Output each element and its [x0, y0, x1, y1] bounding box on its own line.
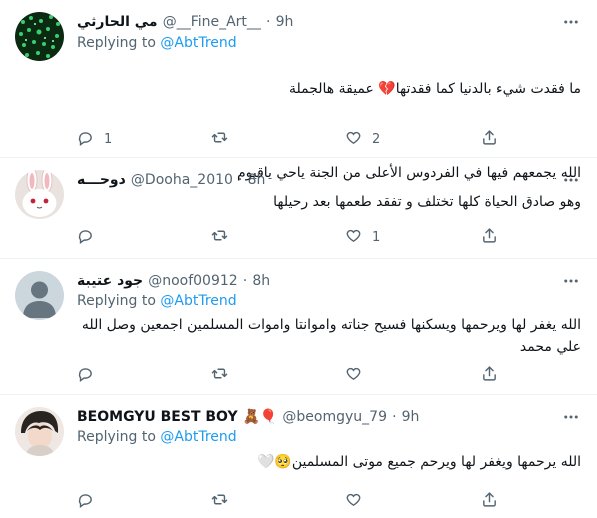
like-button[interactable]: 2 — [345, 130, 380, 148]
reply-icon — [77, 491, 94, 512]
avatar[interactable] — [15, 407, 64, 456]
tweet-4[interactable]: BEOMGYU BEST BOY 🧸🎈 @beomgyu_79 · 9h Rep… — [0, 395, 597, 518]
reply-icon — [77, 227, 94, 248]
retweet-icon — [211, 227, 228, 248]
reply-icon — [77, 129, 94, 150]
tweet-3[interactable]: جود عتيبة @noof00912 · 8h Replying to @A… — [0, 259, 597, 395]
separator-dot: · — [392, 409, 397, 425]
more-horizontal-icon[interactable] — [561, 407, 581, 427]
retweet-icon — [211, 129, 228, 150]
timestamp[interactable]: 9h — [276, 14, 294, 30]
timestamp[interactable]: 9h — [402, 409, 420, 425]
share-icon — [481, 227, 498, 248]
handle[interactable]: @__Fine_Art__ — [163, 14, 261, 30]
reply-icon — [77, 365, 94, 386]
share-button[interactable] — [481, 227, 498, 248]
like-button[interactable] — [345, 492, 372, 510]
separator-dot: · — [266, 14, 271, 30]
replying-prefix: Replying to — [77, 429, 161, 445]
share-button[interactable] — [481, 365, 498, 386]
avatar[interactable] — [15, 170, 64, 219]
heart-icon — [345, 491, 362, 512]
replying-to: Replying to @AbtTrend — [77, 34, 237, 52]
retweet-button[interactable] — [211, 228, 238, 246]
retweet-button[interactable] — [211, 130, 238, 148]
handle[interactable]: @Dooha_2010 — [131, 172, 233, 188]
like-count: 1 — [372, 229, 381, 245]
replying-to-link[interactable]: @AbtTrend — [160, 429, 236, 445]
reply-button[interactable]: 1 — [77, 130, 112, 148]
display-name[interactable]: BEOMGYU BEST BOY 🧸🎈 — [77, 409, 277, 425]
more-horizontal-icon[interactable] — [561, 271, 581, 291]
retweet-button[interactable] — [211, 366, 238, 384]
tweet-1[interactable]: مي الحارثي @__Fine_Art__ · 9h Replying t… — [0, 0, 597, 181]
retweet-icon — [211, 491, 228, 512]
tweet-text: الله يغفر لها ويرحمها ويسكنها فسيح جناته… — [81, 317, 581, 355]
tweet-2[interactable]: دوحـــه @Dooha_2010 · 8h وهو صادق الحياة… — [0, 158, 597, 259]
like-count: 2 — [372, 131, 381, 147]
tweet-text: وهو صادق الحياة كلها تختلف و تفقد طعمها … — [273, 194, 581, 210]
share-icon — [481, 129, 498, 150]
reply-button[interactable] — [77, 492, 104, 510]
like-button[interactable] — [345, 366, 372, 384]
replying-to: Replying to @AbtTrend — [77, 428, 237, 446]
tweet-text: الله يرحمها ويغفر لها ويرحم جميع موتى ال… — [256, 454, 581, 470]
replying-to-link[interactable]: @AbtTrend — [160, 35, 236, 51]
retweet-icon — [211, 365, 228, 386]
heart-icon — [345, 365, 362, 386]
heart-icon — [345, 227, 362, 248]
separator-dot: · — [242, 273, 248, 289]
share-button[interactable] — [481, 129, 498, 150]
avatar[interactable] — [15, 12, 64, 61]
replying-prefix: Replying to — [77, 293, 161, 309]
replying-to-link[interactable]: @AbtTrend — [160, 293, 236, 309]
share-button[interactable] — [481, 491, 498, 512]
replying-to: Replying to @AbtTrend — [77, 292, 237, 310]
heart-icon — [345, 129, 362, 150]
handle[interactable]: @beomgyu_79 — [282, 409, 387, 425]
reply-button[interactable] — [77, 228, 104, 246]
avatar[interactable] — [15, 271, 64, 320]
like-button[interactable]: 1 — [345, 228, 380, 246]
separator-dot: · — [238, 172, 243, 188]
display-name[interactable]: مي الحارثي — [77, 14, 158, 30]
retweet-button[interactable] — [211, 492, 238, 510]
display-name[interactable]: دوحـــه — [77, 172, 126, 188]
more-horizontal-icon[interactable] — [561, 170, 581, 190]
timestamp[interactable]: 8h — [252, 273, 270, 289]
handle[interactable]: @noof00912 — [148, 273, 237, 289]
reply-count: 1 — [104, 131, 113, 147]
display-name[interactable]: جود عتيبة — [77, 273, 143, 289]
more-horizontal-icon[interactable] — [561, 12, 581, 32]
replying-prefix: Replying to — [77, 35, 161, 51]
reply-button[interactable] — [77, 366, 104, 384]
share-icon — [481, 365, 498, 386]
tweet-text-line-1: ما فقدت شيء بالدنيا كما فقدتها💔 عميقة ها… — [288, 81, 581, 97]
share-icon — [481, 491, 498, 512]
timestamp[interactable]: 8h — [248, 172, 266, 188]
